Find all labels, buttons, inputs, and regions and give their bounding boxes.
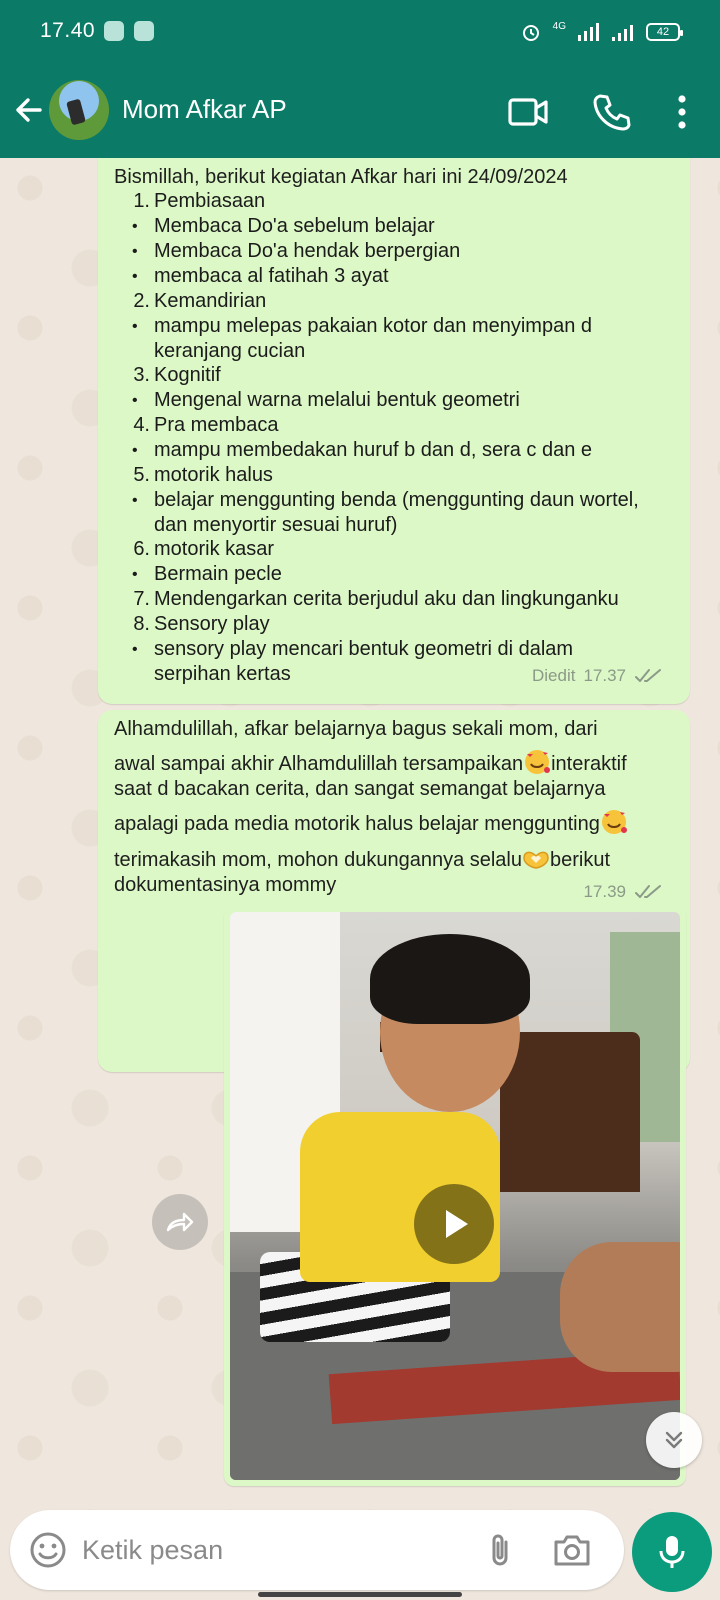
- edited-label: Diedit: [531, 666, 576, 685]
- message-text: awal sampai akhir Alhamdulillah tersampa…: [114, 753, 524, 775]
- list-number: 6.: [133, 538, 150, 560]
- signal-icon: [578, 23, 599, 41]
- message-text: terimakasih mom, mohon dukungannya selal…: [114, 849, 522, 871]
- chat-area[interactable]: Bismillah, berikut kegiatan Afkar hari i…: [0, 158, 720, 1510]
- more-vert-icon[interactable]: [664, 90, 700, 134]
- bullet-dot: •: [132, 392, 138, 409]
- thumbnail-child-hair: [370, 934, 530, 1024]
- message-meta: Diedit 17.37: [532, 666, 664, 686]
- list-item-continued: keranjang cucian: [154, 340, 306, 362]
- network-type: 4G: [552, 20, 566, 32]
- list-item: Kognitif: [154, 364, 221, 386]
- list-item-continued: dan menyortir sesuai huruf): [154, 514, 398, 536]
- message-composer: [10, 1510, 624, 1590]
- message-text: berikut: [550, 849, 611, 871]
- list-item: motorik kasar: [154, 538, 275, 560]
- play-button[interactable]: [414, 1184, 494, 1264]
- list-number: 7.: [133, 588, 150, 610]
- list-item: mampu membedakan huruf b dan d, sera c d…: [154, 439, 593, 461]
- list-item: Pra membaca: [154, 414, 279, 436]
- list-item: motorik halus: [154, 464, 273, 486]
- back-arrow-icon[interactable]: [10, 90, 50, 130]
- scroll-to-bottom-button[interactable]: [646, 1412, 702, 1468]
- list-number: 2.: [133, 290, 150, 312]
- list-item: Mengenal warna melalui bentuk geometri: [154, 389, 520, 411]
- list-number: 8.: [133, 613, 150, 635]
- home-indicator: [258, 1592, 462, 1597]
- bullet-dot: •: [132, 641, 138, 658]
- forward-button[interactable]: [152, 1194, 208, 1250]
- phone-app-notification-icon: [134, 21, 154, 41]
- contact-name[interactable]: Mom Afkar AP: [122, 94, 287, 125]
- bullet-dot: •: [132, 566, 138, 583]
- video-camera-icon[interactable]: [506, 90, 550, 134]
- message-time: 17.37: [583, 666, 626, 685]
- message-line: Bismillah, berikut kegiatan Afkar hari i…: [114, 166, 568, 188]
- message-bubble-activities[interactable]: Bismillah, berikut kegiatan Afkar hari i…: [98, 158, 690, 704]
- bullet-dot: •: [132, 218, 138, 235]
- list-number: 1.: [133, 190, 150, 212]
- list-item-continued: serpihan kertas: [154, 663, 291, 685]
- play-icon: [446, 1210, 468, 1238]
- list-number: 4.: [133, 414, 150, 436]
- paperclip-icon[interactable]: [480, 1530, 520, 1570]
- message-input[interactable]: [82, 1526, 462, 1574]
- bullet-dot: •: [132, 442, 138, 459]
- microphone-icon: [659, 1536, 685, 1568]
- list-number: 3.: [133, 364, 150, 386]
- video-thumbnail[interactable]: [230, 912, 680, 1480]
- message-text: apalagi pada media motorik halus belajar…: [114, 813, 600, 835]
- message-time: 17.39: [583, 882, 626, 901]
- double-chevron-down-icon: [665, 1431, 683, 1449]
- list-number: 5.: [133, 464, 150, 486]
- voice-message-button[interactable]: [632, 1512, 712, 1592]
- double-check-icon: [635, 885, 661, 898]
- status-indicators: 4G 42: [521, 20, 683, 44]
- list-item: Membaca Do'a hendak berpergian: [154, 240, 461, 262]
- list-item: Bermain pecle: [154, 563, 282, 585]
- smiling-hearts-emoji-icon: [525, 750, 551, 774]
- list-item: Mendengarkan cerita berjudul aku dan lin…: [154, 588, 619, 610]
- bullet-dot: •: [132, 318, 138, 335]
- message-text: interaktif: [551, 753, 627, 775]
- message-line: Alhamdulillah, afkar belajarnya bagus se…: [114, 718, 598, 740]
- emoji-icon[interactable]: [26, 1528, 70, 1572]
- message-meta: 17.39: [583, 882, 664, 902]
- list-item: Membaca Do'a sebelum belajar: [154, 215, 435, 237]
- status-bar: 17.40 4G 42: [0, 0, 720, 64]
- heart-hands-emoji-icon: [523, 851, 549, 869]
- list-item: Pembiasaan: [154, 190, 266, 212]
- message-line: dokumentasinya mommy: [114, 874, 337, 896]
- alarm-icon: [522, 25, 539, 41]
- chat-app-notification-icon: [104, 21, 124, 41]
- list-item: mampu melepas pakaian kotor dan menyimpa…: [154, 315, 593, 337]
- avatar[interactable]: [49, 80, 109, 140]
- list-item: Kemandirian: [154, 290, 267, 312]
- list-item: membaca al fatihah 3 ayat: [154, 265, 389, 287]
- thumbnail-adult-hand: [560, 1242, 680, 1372]
- forward-icon: [166, 1212, 194, 1232]
- battery-indicator: 42: [646, 23, 683, 41]
- smiling-hearts-emoji-icon: [601, 810, 627, 834]
- signal-icon-2: [612, 25, 633, 41]
- status-time: 17.40: [40, 19, 96, 42]
- chat-header: Mom Afkar AP: [0, 64, 720, 158]
- message-line: apalagi pada media motorik halus belajar…: [114, 808, 628, 836]
- list-item: sensory play mencari bentuk geometri di …: [154, 638, 574, 660]
- composer-bar: [0, 1510, 720, 1600]
- message-line: terimakasih mom, mohon dukungannya selal…: [114, 844, 610, 872]
- message-line: saat d bacakan cerita, dan sangat semang…: [114, 778, 606, 800]
- bullet-dot: •: [132, 268, 138, 285]
- bullet-dot: •: [132, 492, 138, 509]
- camera-icon[interactable]: [550, 1530, 594, 1570]
- thumbnail-chair: [500, 1032, 640, 1192]
- bullet-dot: •: [132, 243, 138, 260]
- top-bar: 17.40 4G 42 Mom Afkar AP: [0, 0, 720, 158]
- double-check-icon: [635, 669, 661, 682]
- list-item: belajar menggunting benda (menggunting d…: [154, 489, 639, 511]
- video-message-bubble[interactable]: [224, 906, 686, 1486]
- message-line: awal sampai akhir Alhamdulillah tersampa…: [114, 748, 627, 776]
- phone-icon[interactable]: [590, 90, 634, 134]
- list-item: Sensory play: [154, 613, 270, 635]
